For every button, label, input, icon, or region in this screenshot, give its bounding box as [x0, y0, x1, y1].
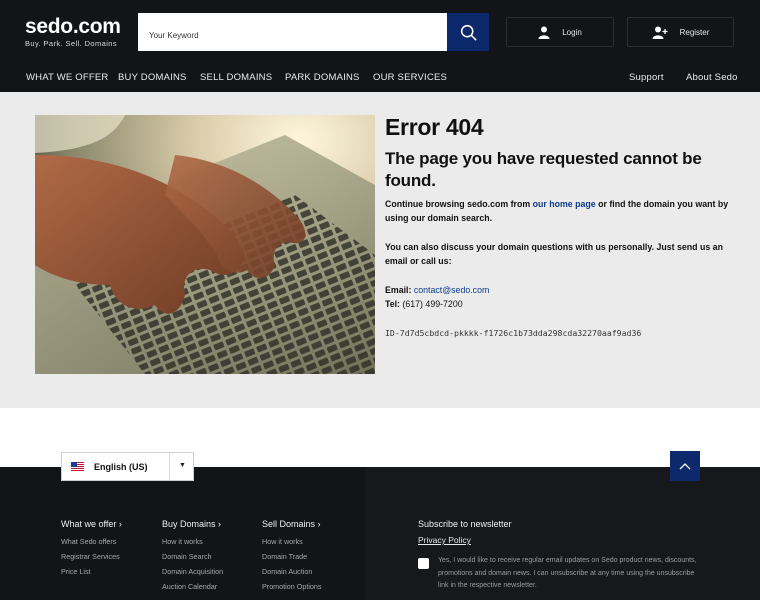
- error-content: Error 404 The page you have requested ca…: [385, 112, 735, 338]
- language-divider: [169, 453, 170, 480]
- search-input[interactable]: [138, 13, 447, 51]
- footer-link[interactable]: Registrar Services: [61, 549, 122, 564]
- logo-wordmark: sedo.com: [25, 15, 121, 38]
- privacy-policy-link[interactable]: Privacy Policy: [418, 535, 718, 545]
- register-label: Register: [679, 27, 710, 37]
- login-label: Login: [562, 27, 582, 37]
- language-label: English (US): [94, 461, 148, 472]
- nav-park-domains[interactable]: PARK DOMAINS: [285, 72, 360, 83]
- footer-link[interactable]: Domain Acquisition: [162, 564, 223, 579]
- footer-link[interactable]: Price List: [61, 564, 122, 579]
- us-flag-icon: [71, 462, 84, 471]
- consent-text: Yes, I would like to receive regular ema…: [438, 557, 697, 589]
- nav-our-services[interactable]: OUR SERVICES: [373, 72, 447, 83]
- footer-link[interactable]: Domain Trade: [262, 549, 322, 564]
- language-selector[interactable]: English (US) ▼: [61, 452, 194, 481]
- footer-link[interactable]: Domain Search: [162, 549, 223, 564]
- footer-col-buy-domains: Buy Domains › How it works Domain Search…: [162, 519, 223, 594]
- login-button[interactable]: Login: [506, 17, 614, 47]
- chevron-right-icon: ›: [118, 519, 122, 529]
- email-label: Email:: [385, 285, 412, 295]
- caret-down-icon: ▼: [179, 462, 186, 469]
- footer-link[interactable]: Promotion Options: [262, 579, 322, 594]
- email-link[interactable]: contact@sedo.com: [414, 285, 489, 295]
- tel-value: (617) 499-7200: [402, 299, 463, 309]
- footer-link[interactable]: How it works: [162, 534, 223, 549]
- footer-heading[interactable]: Buy Domains ›: [162, 519, 223, 529]
- footer-link[interactable]: Auction Calendar: [162, 579, 223, 594]
- error-title: Error 404: [385, 114, 484, 140]
- error-subtitle: The page you have requested cannot be fo…: [385, 149, 702, 190]
- nav-about-sedo[interactable]: About Sedo: [686, 72, 738, 83]
- footer-link[interactable]: How it works: [262, 534, 322, 549]
- footer-col-what-we-offer: What we offer › What Sedo offers Registr…: [61, 519, 122, 579]
- chevron-right-icon: ›: [317, 519, 321, 529]
- chevron-right-icon: ›: [218, 519, 222, 529]
- newsletter-consent: Yes, I would like to receive regular ema…: [418, 555, 718, 593]
- back-to-top-button[interactable]: [670, 451, 700, 481]
- footer-heading[interactable]: Sell Domains ›: [262, 519, 322, 529]
- browse-paragraph: Continue browsing sedo.com from our home…: [385, 199, 729, 223]
- main-nav: WHAT WE OFFER BUY DOMAINS SELL DOMAINS P…: [0, 66, 760, 90]
- search-box: [138, 13, 447, 51]
- nav-what-we-offer[interactable]: WHAT WE OFFER: [26, 72, 108, 83]
- consent-checkbox[interactable]: [418, 558, 429, 569]
- nav-buy-domains[interactable]: BUY DOMAINS: [118, 72, 187, 83]
- tel-label: Tel:: [385, 299, 400, 309]
- user-icon: [538, 26, 550, 39]
- footer-link[interactable]: Domain Auction: [262, 564, 322, 579]
- search-icon: [460, 24, 476, 40]
- hero-image-typing-hands: [35, 115, 375, 374]
- nav-sell-domains[interactable]: SELL DOMAINS: [200, 72, 272, 83]
- footer-link[interactable]: What Sedo offers: [61, 534, 122, 549]
- newsletter-block: Subscribe to newsletter Privacy Policy Y…: [418, 519, 718, 593]
- logo-tagline: Buy. Park. Sell. Domains: [25, 39, 117, 48]
- add-user-icon: [652, 26, 668, 39]
- site-header: sedo.com Buy. Park. Sell. Domains Login …: [0, 0, 760, 92]
- nav-support[interactable]: Support: [629, 72, 664, 83]
- sedo-logo[interactable]: sedo.com Buy. Park. Sell. Domains: [25, 15, 121, 48]
- chevron-up-icon: [679, 463, 691, 470]
- register-button[interactable]: Register: [627, 17, 734, 47]
- footer-heading[interactable]: What we offer ›: [61, 519, 122, 529]
- contact-details: Email: contact@sedo.com Tel: (617) 499-7…: [385, 283, 735, 311]
- contact-paragraph: You can also discuss your domain questio…: [385, 242, 723, 266]
- footer-col-sell-domains: Sell Domains › How it works Domain Trade…: [262, 519, 322, 594]
- request-id: ID-7d7d5cbdcd-pkkkk-f1726c1b73dda298cda3…: [385, 328, 642, 338]
- newsletter-title: Subscribe to newsletter: [418, 519, 512, 529]
- home-page-link[interactable]: our home page: [533, 199, 596, 209]
- error-section: Error 404 The page you have requested ca…: [0, 92, 760, 408]
- search-button[interactable]: [447, 13, 489, 51]
